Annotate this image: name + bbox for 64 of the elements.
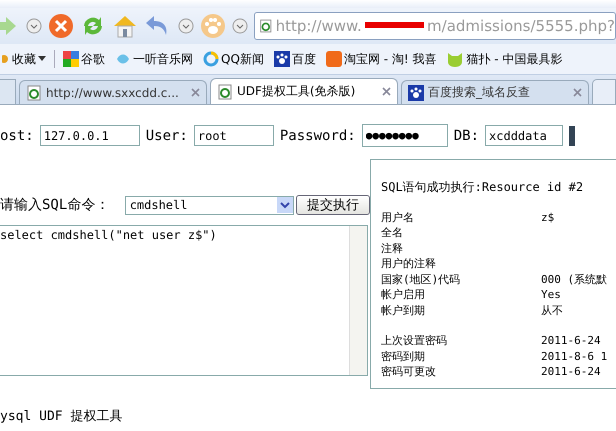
command-dropdown[interactable]: cmdshell [124,196,294,214]
browser-tab[interactable]: UDF提权工具(免杀版) [210,78,398,104]
field-name: 帐户启用 [381,287,426,302]
field-name: 用户名 [381,210,415,225]
url-text: http://www. [276,17,362,35]
paw-icon [408,84,424,100]
page-icon [26,84,42,100]
favorite-link[interactable]: 一听音乐网 [113,50,195,68]
field-value: Yes [541,287,561,302]
page-icon [217,84,233,100]
input-field[interactable]: root [194,125,274,146]
field-name: 国家(地区)代码 [381,272,462,287]
status-text: SQL语句成功执行:Resource id #2 [381,180,584,196]
field-name: 全名 [381,225,404,240]
submit-button[interactable]: 提交执行 [296,195,370,215]
cat-icon [446,51,464,67]
dropdown-icon[interactable] [178,18,194,34]
field-label: User: [146,128,188,144]
query-field[interactable]: select cmdshell("net user z$") [0,225,368,376]
field-label: Password: [280,128,356,144]
field-value: 000 (系统默 [541,272,608,287]
field-name: 帐户到期 [381,302,426,318]
field-name: 密码可更改 [381,364,437,380]
favorite-link[interactable]: 收藏 [0,50,48,68]
input-field[interactable]: 127.0.0.1 [40,125,140,146]
field-value: 从不 [541,302,563,318]
field-name: 用户的注释 [381,256,437,272]
paw-icon [274,51,290,67]
browser-tab[interactable]: 百度搜索_域名反查 [401,80,589,104]
google-icon [63,51,79,67]
favorite-link[interactable]: 猫扑 - 中国最具影 [444,50,564,68]
close-icon[interactable] [573,88,582,97]
dropdown-icon[interactable] [26,18,42,34]
url-text: m/admissions/5555.php? [427,17,615,35]
ring-icon [203,51,219,67]
page-heading: ysql UDF 提权工具 [0,408,124,425]
caret-icon [38,56,46,62]
paw-icon[interactable] [200,13,226,39]
field-value: 2011-8-6 1 [541,348,608,364]
browser-tab[interactable] [592,79,616,104]
favorite-link[interactable]: QQ新闻 [201,50,266,68]
field-value: z$ [541,210,554,225]
close-icon[interactable] [382,87,391,96]
input-field[interactable]: xcdddata [485,125,564,146]
field-name: 上次设置密码 [381,333,448,348]
scrollbar[interactable] [349,226,367,375]
field-label: DB: [454,128,480,144]
favorite-link[interactable]: 淘宝网 - 淘! 我喜 [324,50,438,68]
field-name: 密码到期 [381,348,426,364]
browser-tab[interactable]: http://www.sxxcdd.c... [19,80,207,104]
field-value: 2011-6-24 [541,333,601,348]
field-name: 注释 [381,240,404,256]
home-icon[interactable] [112,13,138,39]
field-value: 2011-6-24 [541,364,601,380]
stop-icon[interactable] [48,13,74,39]
close-icon[interactable] [191,88,200,97]
taobao-icon [326,51,342,67]
favorite-link[interactable]: 谷歌 [61,50,107,68]
password-field[interactable]: ●●●●●●●● [362,124,448,147]
dropdown-icon[interactable] [232,18,248,34]
page-icon [259,18,273,34]
field-label: ost: [0,128,34,144]
favorite-link[interactable]: 百度 [272,50,318,68]
sql-label: 请输入SQL命令： [0,196,110,214]
